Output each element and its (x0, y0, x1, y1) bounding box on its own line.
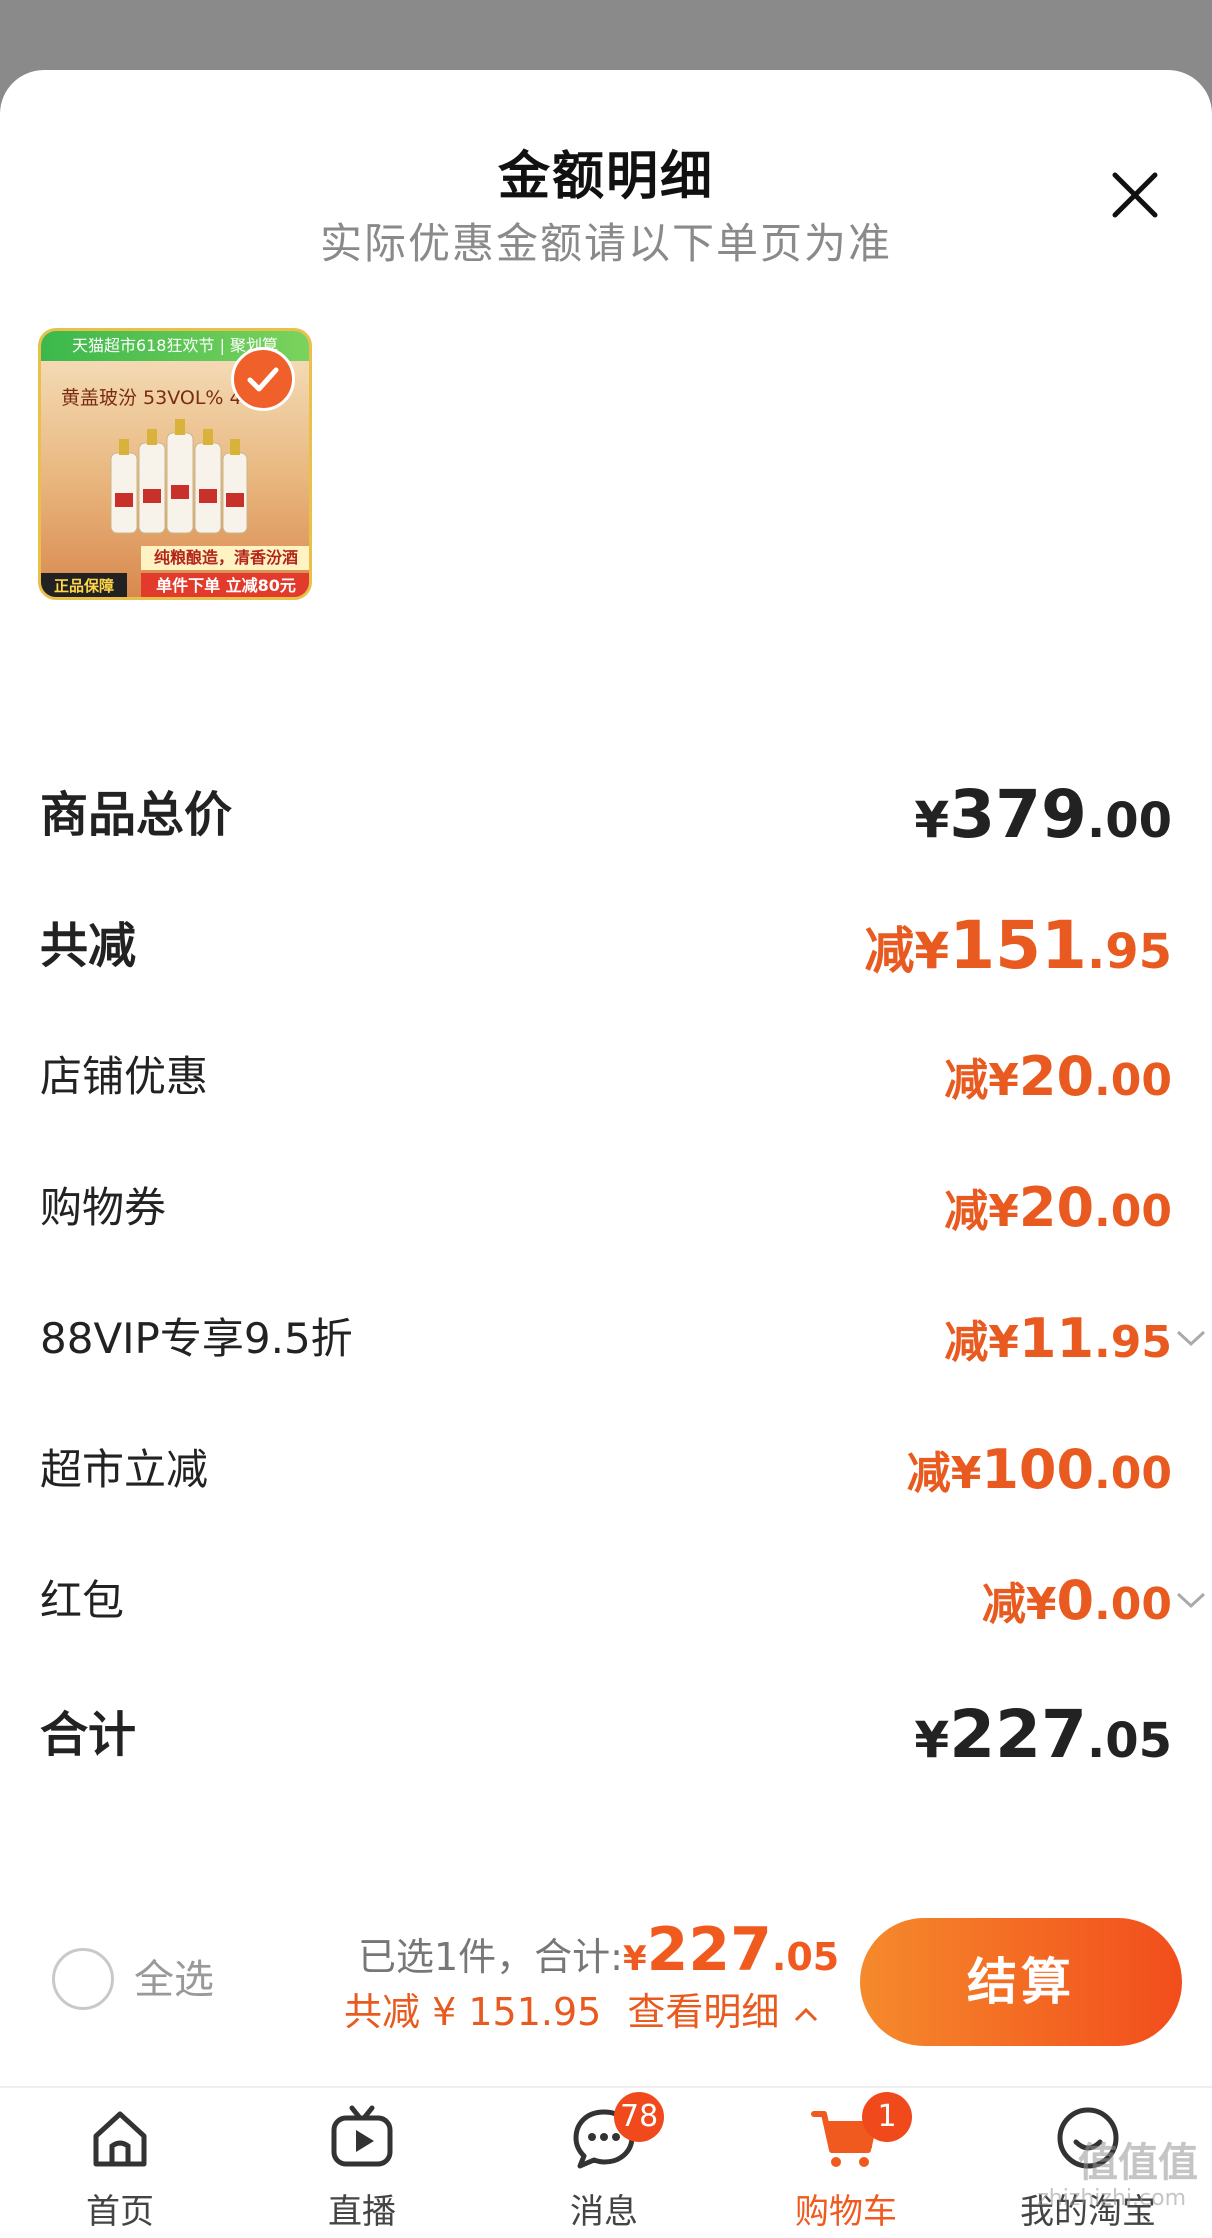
bottles-image (110, 419, 248, 534)
view-detail-link[interactable]: 共减 ¥ 151.95 查看明细 (344, 1984, 820, 2040)
row-value: 减¥20.00 (944, 1176, 1172, 1239)
tab-home[interactable]: 首页 (0, 2088, 240, 2238)
close-icon (1112, 172, 1158, 218)
row-value: ¥227.05 (914, 1696, 1172, 1773)
bottom-tab-bar: 首页 直播 78 消息 1 购物车 我的淘宝 (0, 2086, 1212, 2238)
selected-check-badge (231, 347, 295, 411)
tab-label: 购物车 (795, 2192, 897, 2232)
home-icon (93, 2111, 147, 2167)
row-value: 减¥20.00 (944, 1045, 1172, 1108)
row-grand-total: 合计 ¥227.05 (40, 1695, 1172, 1775)
row-88vip-discount[interactable]: 88VIP专享9.5折 减¥11.95 (40, 1299, 1206, 1379)
row-value: 减¥151.95 (864, 907, 1172, 984)
tab-label: 直播 (328, 2192, 396, 2232)
check-icon (247, 367, 279, 392)
row-goods-total: 商品总价 ¥379.00 (40, 775, 1172, 855)
row-label: 店铺优惠 (40, 1052, 209, 1101)
product-thumbnail[interactable]: 天猫超市618狂欢节 | 聚划算 黄盖玻汾 53VOL% 475 纯粮酿造，清香… (38, 328, 312, 600)
row-label: 共减 (40, 918, 137, 974)
live-icon (331, 2105, 393, 2167)
message-count-badge: 78 (614, 2092, 665, 2142)
checkout-button[interactable]: 结算 (860, 1918, 1182, 2046)
sheet-title: 金额明细 (497, 147, 714, 207)
row-value: ¥379.00 (914, 776, 1172, 853)
row-store-discount: 店铺优惠 减¥20.00 (40, 1037, 1172, 1117)
product-slogan: 纯粮酿造，清香汾酒 (141, 546, 309, 570)
chevron-down-icon[interactable] (1174, 1323, 1208, 1353)
row-label: 红包 (40, 1576, 125, 1625)
close-button[interactable] (1105, 165, 1165, 225)
row-label: 合计 (40, 1707, 137, 1763)
row-label: 超市立减 (40, 1445, 209, 1494)
chevron-down-icon[interactable] (1174, 1585, 1208, 1615)
product-promo: 单件下单 立减80元 (141, 573, 309, 597)
tab-live[interactable]: 直播 (242, 2088, 482, 2238)
row-label: 商品总价 (40, 787, 233, 843)
row-label: 88VIP专享9.5折 (40, 1314, 353, 1363)
select-all-label[interactable]: 全选 (134, 1952, 214, 2008)
cart-count-badge: 1 (862, 2092, 912, 2142)
tab-label: 首页 (86, 2192, 154, 2232)
row-value: 减¥0.00 (981, 1569, 1172, 1632)
row-value: 减¥100.00 (906, 1438, 1172, 1501)
guarantee-badge: 正品保障 (41, 573, 127, 597)
row-total-discount: 共减 减¥151.95 (40, 906, 1172, 986)
row-shopping-voucher: 购物券 减¥20.00 (40, 1168, 1172, 1248)
tab-label: 消息 (570, 2192, 638, 2232)
sheet-subtitle: 实际优惠金额请以下单页为准 (319, 219, 892, 268)
saved-amount: 共减 ¥ 151.95 (344, 1990, 602, 2034)
row-label: 购物券 (40, 1183, 167, 1232)
summary-total: ¥227.05 (622, 1915, 840, 1985)
row-value: 减¥11.95 (944, 1307, 1172, 1370)
row-red-packet[interactable]: 红包 减¥0.00 (40, 1561, 1206, 1641)
select-all-radio[interactable] (52, 1948, 114, 2010)
tab-messages[interactable]: 78 消息 (484, 2088, 724, 2238)
watermark-url: zhizhizhi.com (1037, 2186, 1186, 2211)
row-supermarket-discount: 超市立减 减¥100.00 (40, 1430, 1172, 1510)
chevron-up-icon (794, 2007, 817, 2021)
watermark-logo: 值值值 (1078, 2140, 1198, 2186)
tab-cart[interactable]: 1 购物车 (726, 2088, 966, 2238)
detail-link-label: 查看明细 (627, 1990, 780, 2034)
